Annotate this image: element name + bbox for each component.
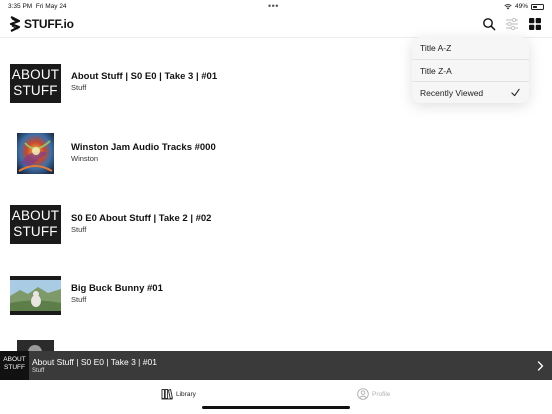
media-thumbnail: ABOUT STUFF [9,62,62,110]
status-clock: 3:35 PM [8,3,33,10]
item-subtitle: Stuff [71,83,87,92]
mini-player-subtitle: Stuff [32,368,45,374]
status-time: 3:35 PM Fri May 24 [8,3,67,10]
multitasking-dots-icon[interactable]: ••• [268,1,279,11]
partial-image [17,340,54,351]
item-subtitle: Stuff [71,225,87,234]
thumbnail-text-line: STUFF [13,83,58,98]
sort-option-label: Title Z-A [420,66,452,76]
thumbnail-text-line: ABOUT [11,208,60,223]
status-bar: 3:35 PM Fri May 24 ••• 49% [0,0,552,12]
mini-player-title: About Stuff | S0 E0 | Take 3 | #01 [32,357,157,367]
item-title: Big Buck Bunny #01 [71,283,163,294]
thumbnail-text-line: STUFF [13,224,58,239]
battery-percent: 49% [514,3,528,10]
tab-label: Library [176,390,196,398]
item-title: Winston Jam Audio Tracks #000 [71,142,216,153]
wifi-icon [504,3,512,9]
mini-player[interactable]: ABOUT STUFF About Stuff | S0 E0 | Take 3… [0,351,552,380]
sort-option-title-za[interactable]: Title Z-A [412,59,529,81]
about-stuff-thumbnail: ABOUT STUFF [10,205,61,244]
status-date: Fri May 24 [35,3,67,10]
mini-player-thumbnail: ABOUT STUFF [0,351,29,380]
landscape-thumbnail [10,276,61,315]
sort-menu: Title A-Z Title Z-A Recently Viewed [412,37,529,103]
list-item[interactable]: Winston Jam Audio Tracks #000 Winston [0,128,552,198]
tab-label: Profile [372,390,391,398]
app-header: STUFF.io [0,12,552,38]
thumbnail-text-line: STUFF [4,364,25,371]
partial-thumbnail [17,340,54,351]
battery-level [533,5,538,8]
list-item[interactable]: Big Buck Bunny #01 Stuff [0,269,552,339]
library-icon [161,389,173,400]
app-logo[interactable]: STUFF.io [9,16,74,32]
item-title: About Stuff | S0 E0 | Take 3 | #01 [71,71,218,82]
item-subtitle: Stuff [71,295,87,304]
chevron-right-icon[interactable] [537,361,544,371]
list-item[interactable]: ABOUT STUFF S0 E0 About Stuff | Take 2 |… [0,198,552,268]
item-title: S0 E0 About Stuff | Take 2 | #02 [71,213,212,224]
media-thumbnail [9,338,62,351]
battery-icon [531,3,544,10]
home-indicator[interactable] [202,406,350,409]
media-thumbnail [9,274,62,322]
tab-library[interactable]: Library [161,388,196,400]
filter-sliders-icon[interactable] [505,17,519,31]
sort-option-recently-viewed[interactable]: Recently Viewed [412,81,529,103]
grid-view-icon[interactable] [528,17,542,31]
landscape-image [10,276,61,315]
media-thumbnail [9,133,62,181]
list-item[interactable] [0,333,552,351]
checkmark-icon [511,88,520,97]
sort-option-label: Title A-Z [420,43,452,53]
profile-icon [357,388,369,400]
tab-profile[interactable]: Profile [357,388,390,400]
search-icon[interactable] [482,17,496,31]
media-thumbnail: ABOUT STUFF [9,203,62,251]
artwork-image [17,133,54,174]
stuff-logo-icon [9,16,21,32]
item-subtitle: Winston [71,154,99,163]
logo-text: STUFF.io [24,17,74,31]
sort-option-title-az[interactable]: Title A-Z [412,37,529,59]
thumbnail-text-line: ABOUT [3,356,26,363]
sort-option-label: Recently Viewed [420,88,484,98]
about-stuff-thumbnail: ABOUT STUFF [10,64,61,103]
thumbnail-text-line: ABOUT [11,67,60,82]
status-indicators: 49% [504,3,544,10]
artwork-thumbnail [17,133,54,174]
tab-bar: Library Profile [0,380,552,414]
